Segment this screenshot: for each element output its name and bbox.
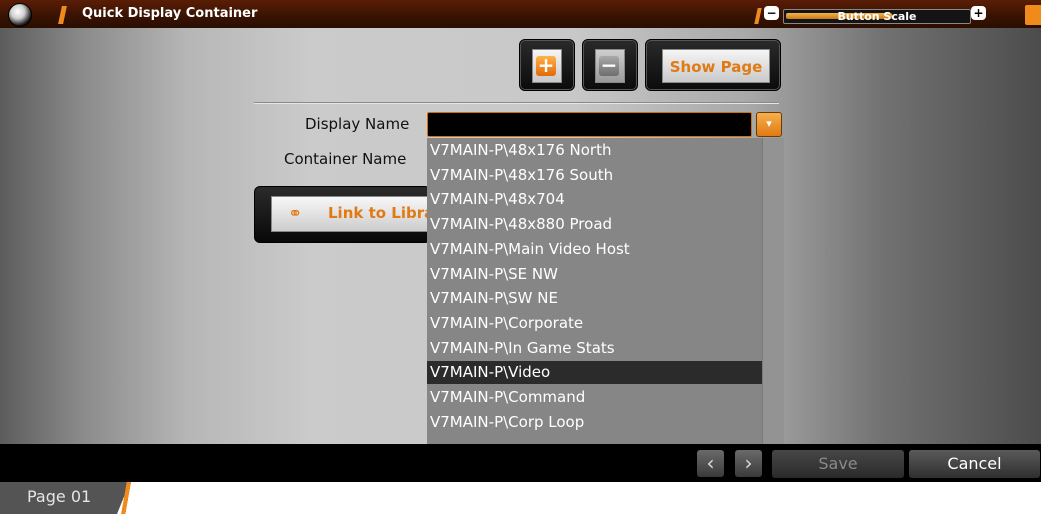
display-name-dropdown-list[interactable]: V7MAIN-P\48x176 North V7MAIN-P\48x176 Sou… (427, 138, 784, 445)
dropdown-list-item[interactable]: V7MAIN-P\48x176 South (427, 164, 765, 187)
display-name-label: Display Name (305, 115, 410, 133)
dropdown-list-item[interactable]: V7MAIN-P\Corp Loop (427, 411, 765, 434)
window-corner-button[interactable] (1025, 5, 1041, 25)
dropdown-list-item[interactable]: V7MAIN-P\48x880 Proad (427, 213, 765, 236)
next-arrow-button[interactable]: › (735, 450, 762, 477)
dropdown-list-item[interactable]: V7MAIN-P\SW NE (427, 287, 765, 310)
minus-icon: − (599, 53, 619, 77)
chevron-left-icon: ‹ (706, 451, 715, 475)
dropdown-list-item[interactable]: V7MAIN-P\Video (427, 361, 765, 385)
link-to-library-label: Link to Libra (328, 204, 435, 222)
bottom-bar: ‹ › Save Cancel (0, 444, 1041, 482)
cancel-button[interactable]: Cancel (909, 450, 1040, 478)
app-logo-icon[interactable] (8, 3, 32, 27)
display-name-field[interactable] (427, 112, 752, 137)
dropdown-scrollbar[interactable] (762, 138, 784, 445)
chevron-right-icon: › (744, 451, 753, 475)
page-tab-accent (117, 482, 133, 514)
main-panel: + − Show Page Display Name ▾ Container N… (0, 28, 1041, 445)
scale-increase-button[interactable]: + (971, 6, 986, 20)
show-page-label: Show Page (669, 58, 763, 76)
window-title: Quick Display Container (82, 6, 258, 21)
dropdown-list-item[interactable]: V7MAIN-P\Command (427, 386, 765, 409)
divider (254, 102, 779, 104)
title-bar: Quick Display Container − Button Scale + (0, 0, 1041, 28)
plus-icon: + (536, 53, 556, 77)
title-accent (58, 6, 67, 24)
show-page-button[interactable]: Show Page (645, 39, 781, 91)
show-page-sheet: Show Page (662, 49, 770, 83)
dropdown-list-item[interactable]: V7MAIN-P\In Game Stats (427, 337, 765, 360)
scale-decrease-button[interactable]: − (764, 6, 779, 20)
page-tab-label: Page 01 (27, 487, 92, 506)
link-to-library-button[interactable]: ⚭ Link to Libra (254, 186, 434, 243)
previous-arrow-button[interactable]: ‹ (697, 450, 724, 477)
remove-button[interactable]: − (582, 39, 638, 91)
chevron-down-icon: ▾ (766, 117, 772, 130)
scale-accent (754, 8, 762, 24)
dropdown-list-item[interactable]: V7MAIN-P\Main Video Host (427, 238, 765, 261)
dropdown-list-item[interactable]: V7MAIN-P\SE NW (427, 263, 765, 286)
add-button[interactable]: + (519, 39, 575, 91)
container-name-label: Container Name (284, 150, 407, 168)
dropdown-list-item[interactable]: V7MAIN-P\48x176 North (427, 139, 765, 162)
remove-sheet-icon: − (595, 49, 625, 83)
dropdown-list-item[interactable]: V7MAIN-P\Corporate (427, 312, 765, 335)
link-sheet: ⚭ Link to Libra (271, 196, 434, 232)
button-scale-label: Button Scale (837, 10, 917, 23)
button-scale-slider[interactable]: Button Scale (783, 9, 971, 24)
add-sheet-icon: + (532, 49, 562, 83)
dropdown-toggle-button[interactable]: ▾ (756, 112, 782, 137)
save-button[interactable]: Save (772, 450, 904, 478)
dropdown-list-item[interactable]: V7MAIN-P\48x704 (427, 188, 765, 211)
link-icon: ⚭ (288, 204, 303, 224)
